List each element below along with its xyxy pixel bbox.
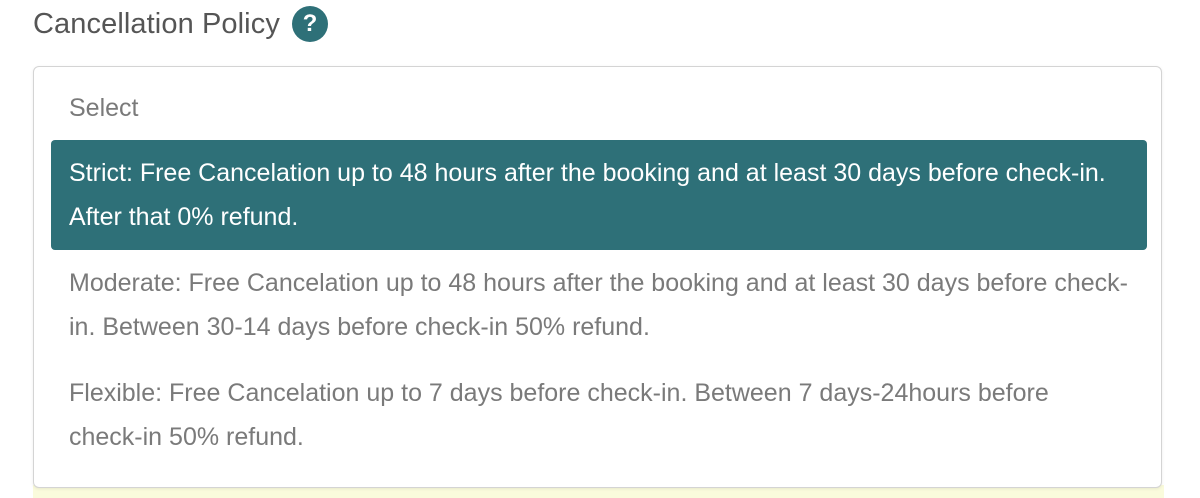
field-header: Cancellation Policy ? [33,2,328,46]
help-question-icon[interactable]: ? [291,6,328,42]
option-moderate[interactable]: Moderate: Free Cancelation up to 48 hour… [51,261,1147,351]
select-placeholder-option[interactable]: Select [51,86,1147,130]
cancellation-policy-select-listbox[interactable]: Select Strict: Free Cancelation up to 48… [33,66,1162,488]
cancellation-policy-page: Cancellation Policy ? Select Strict: Fre… [0,0,1200,498]
option-strict[interactable]: Strict: Free Cancelation up to 48 hours … [51,140,1147,250]
option-flexible[interactable]: Flexible: Free Cancelation up to 7 days … [51,371,1147,461]
field-label: Cancellation Policy [33,7,280,40]
